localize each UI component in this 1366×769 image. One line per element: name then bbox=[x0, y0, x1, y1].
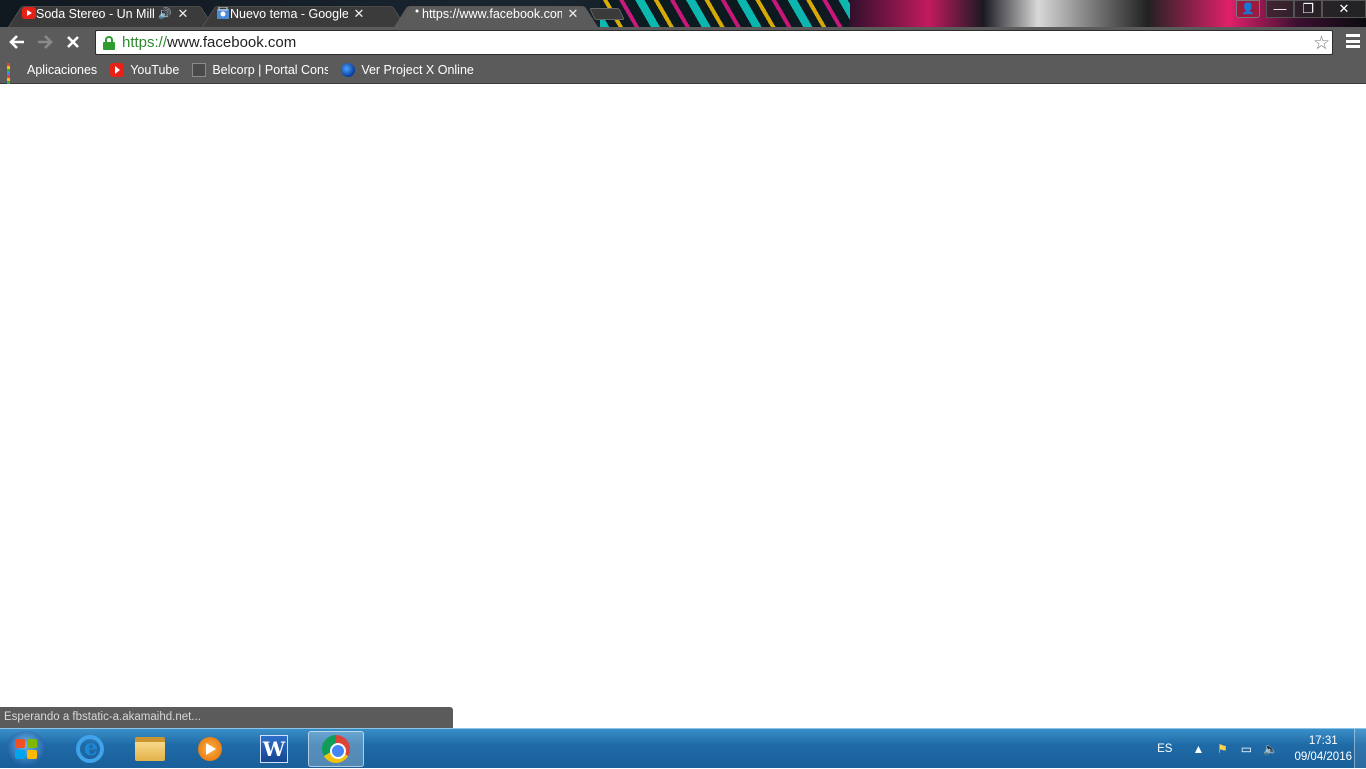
secure-lock-icon[interactable] bbox=[102, 35, 116, 51]
url-scheme: https:// bbox=[122, 34, 168, 51]
system-tray: ES ▲ ⚑ ▭ 🔈 17:31 09/04/2016 bbox=[1157, 729, 1352, 769]
word-icon: W bbox=[260, 735, 288, 763]
bookmark-label: Belcorp | Portal Consu bbox=[212, 63, 329, 77]
network-icon[interactable]: ▭ bbox=[1238, 741, 1254, 757]
bookmarks-bar: Aplicaciones YouTube Belcorp | Portal Co… bbox=[0, 57, 1366, 90]
youtube-icon bbox=[110, 63, 125, 77]
bookmark-label: Ver Project X Online G bbox=[361, 63, 478, 77]
media-player-icon bbox=[198, 737, 222, 761]
language-indicator[interactable]: ES bbox=[1157, 743, 1172, 755]
folder-icon bbox=[135, 737, 165, 761]
address-bar[interactable]: https://www.facebook.com ☆ bbox=[95, 30, 1333, 55]
tab-title: https://www.facebook.com bbox=[422, 6, 562, 21]
loading-dot-icon bbox=[408, 7, 422, 19]
chrome-store-icon bbox=[216, 6, 230, 19]
clock-time: 17:31 bbox=[1308, 735, 1338, 747]
youtube-icon bbox=[22, 7, 36, 19]
clock-date: 09/04/2016 bbox=[1294, 751, 1352, 763]
tab-close-button[interactable]: ✕ bbox=[176, 6, 190, 22]
browser-toolbar: https://www.facebook.com ☆ bbox=[0, 27, 1366, 57]
new-tab-button[interactable] bbox=[589, 8, 625, 20]
tab-close-button[interactable]: ✕ bbox=[352, 6, 366, 22]
windows-taskbar: W ES ▲ ⚑ ▭ 🔈 17:31 09/04/2016 bbox=[0, 728, 1366, 769]
back-arrow-icon bbox=[9, 35, 24, 49]
internet-explorer-icon bbox=[76, 735, 104, 763]
clock[interactable]: 17:31 09/04/2016 bbox=[1294, 733, 1352, 765]
forward-arrow-icon bbox=[38, 35, 53, 49]
bookmark-star-icon[interactable]: ☆ bbox=[1313, 32, 1330, 55]
chrome-menu-button[interactable] bbox=[1346, 34, 1360, 48]
bookmark-project-x[interactable]: Ver Project X Online G bbox=[341, 63, 477, 77]
minimize-button[interactable]: — bbox=[1266, 0, 1294, 18]
tab-nuevo-tema[interactable]: Nuevo tema - Google Chrome ✕ bbox=[202, 0, 406, 28]
apps-grid-icon bbox=[7, 63, 21, 90]
taskbar-media-player[interactable] bbox=[182, 731, 238, 767]
status-bubble: Esperando a fbstatic-a.akamaihd.net... bbox=[0, 707, 453, 728]
speaker-icon[interactable]: 🔊 bbox=[158, 7, 172, 20]
tab-title: Soda Stereo - Un Millón de Años Luz bbox=[36, 6, 154, 21]
taskbar-word[interactable]: W bbox=[246, 731, 302, 767]
taskbar-chrome[interactable] bbox=[308, 731, 364, 767]
hamburger-icon bbox=[1346, 34, 1360, 37]
chrome-icon bbox=[322, 735, 350, 763]
stop-x-icon bbox=[67, 36, 79, 48]
tab-soda-stereo[interactable]: Soda Stereo - Un Millón de Años Luz 🔊 ✕ bbox=[8, 0, 214, 28]
action-center-flag-icon[interactable]: ⚑ bbox=[1214, 741, 1230, 757]
close-window-button[interactable]: ✕ bbox=[1322, 0, 1366, 18]
volume-icon[interactable]: 🔈 bbox=[1262, 741, 1278, 757]
tab-title: Nuevo tema - Google Chrome bbox=[230, 6, 348, 21]
stop-loading-button[interactable] bbox=[59, 28, 87, 56]
forward-button[interactable] bbox=[31, 28, 59, 56]
url-host: www.facebook.com bbox=[167, 34, 297, 51]
profile-icon[interactable]: 👤 bbox=[1236, 0, 1260, 18]
show-hidden-icons-button[interactable]: ▲ bbox=[1190, 741, 1206, 757]
browser-titlebar: Soda Stereo - Un Millón de Años Luz 🔊 ✕ … bbox=[0, 0, 1366, 28]
bookmark-label: Aplicaciones bbox=[27, 63, 98, 77]
globe-icon bbox=[341, 63, 356, 77]
tab-facebook[interactable]: https://www.facebook.com ✕ bbox=[394, 0, 598, 28]
bookmark-aplicaciones[interactable]: Aplicaciones bbox=[7, 63, 98, 90]
taskbar-internet-explorer[interactable] bbox=[62, 731, 118, 767]
bookmark-youtube[interactable]: YouTube bbox=[110, 63, 179, 77]
start-button[interactable] bbox=[6, 731, 46, 767]
bookmark-belcorp[interactable]: Belcorp | Portal Consu bbox=[192, 63, 328, 77]
page-content-area bbox=[0, 84, 1366, 728]
taskbar-file-explorer[interactable] bbox=[122, 731, 178, 767]
page-icon bbox=[192, 63, 207, 77]
restore-button[interactable]: ❐ bbox=[1294, 0, 1322, 18]
back-button[interactable] bbox=[3, 28, 31, 56]
window-controls: 👤 — ❐ ✕ bbox=[1236, 0, 1366, 20]
bookmark-label: YouTube bbox=[130, 63, 180, 77]
show-desktop-button[interactable] bbox=[1354, 729, 1366, 769]
tab-close-button[interactable]: ✕ bbox=[566, 6, 580, 22]
